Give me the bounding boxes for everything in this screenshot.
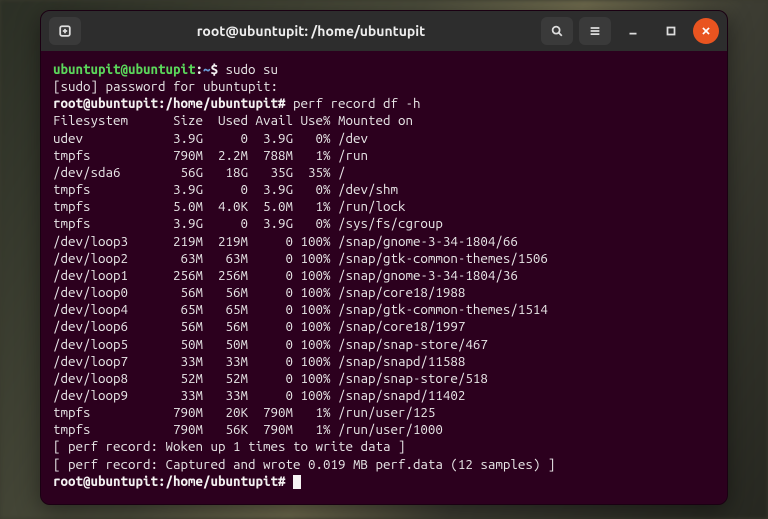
- terminal-body[interactable]: ubuntupit@ubuntupit:~$ sudo su [sudo] pa…: [41, 51, 727, 504]
- df-row: tmpfs 3.9G 0 3.9G 0% /sys/fs/cgroup: [53, 216, 443, 231]
- perf-output-line: [ perf record: Woken up 1 times to write…: [53, 439, 405, 454]
- search-button[interactable]: [541, 17, 573, 45]
- minimize-button[interactable]: [617, 17, 649, 45]
- prompt-hash: #: [278, 96, 293, 111]
- command-text: perf record df -h: [293, 96, 420, 111]
- titlebar: root@ubuntupit: /home/ubuntupit: [41, 11, 727, 51]
- df-row: tmpfs 790M 56K 790M 1% /run/user/1000: [53, 422, 443, 437]
- perf-output-line: [ perf record: Captured and wrote 0.019 …: [53, 457, 555, 472]
- maximize-icon: [664, 24, 678, 38]
- cursor: [293, 475, 301, 489]
- command-text: sudo su: [225, 62, 278, 77]
- prompt-dollar: $: [210, 62, 225, 77]
- df-row: /dev/loop9 33M 33M 0 100% /snap/snapd/11…: [53, 388, 465, 403]
- root-prompt-userhost: root@ubuntupit: [53, 96, 158, 111]
- close-button[interactable]: [693, 18, 719, 44]
- df-row: tmpfs 3.9G 0 3.9G 0% /dev/shm: [53, 182, 398, 197]
- df-row: /dev/loop3 219M 219M 0 100% /snap/gnome-…: [53, 234, 518, 249]
- df-row: /dev/loop4 65M 65M 0 100% /snap/gtk-comm…: [53, 302, 548, 317]
- df-row: /dev/loop0 56M 56M 0 100% /snap/core18/1…: [53, 285, 465, 300]
- hamburger-icon: [588, 24, 602, 38]
- minimize-icon: [626, 24, 640, 38]
- prompt-hash: #: [278, 474, 293, 489]
- df-row: tmpfs 790M 20K 790M 1% /run/user/125: [53, 405, 435, 420]
- root-prompt-path: /home/ubuntupit: [165, 96, 277, 111]
- df-row: tmpfs 5.0M 4.0K 5.0M 1% /run/lock: [53, 199, 405, 214]
- close-icon: [699, 24, 713, 38]
- prompt-colon: :: [195, 62, 203, 77]
- df-row: /dev/loop6 56M 56M 0 100% /snap/core18/1…: [53, 319, 465, 334]
- df-row: /dev/loop1 256M 256M 0 100% /snap/gnome-…: [53, 268, 518, 283]
- maximize-button[interactable]: [655, 17, 687, 45]
- df-row: /dev/loop5 50M 50M 0 100% /snap/snap-sto…: [53, 337, 488, 352]
- root-prompt-userhost: root@ubuntupit: [53, 474, 158, 489]
- df-header: Filesystem Size Used Avail Use% Mounted …: [53, 113, 413, 128]
- df-row: /dev/sda6 56G 18G 35G 35% /: [53, 165, 345, 180]
- new-tab-icon: [58, 24, 72, 38]
- df-row: /dev/loop2 63M 63M 0 100% /snap/gtk-comm…: [53, 251, 548, 266]
- df-row: tmpfs 790M 2.2M 788M 1% /run: [53, 148, 368, 163]
- df-row: /dev/loop8 52M 52M 0 100% /snap/snap-sto…: [53, 371, 488, 386]
- search-icon: [550, 24, 564, 38]
- df-row: udev 3.9G 0 3.9G 0% /dev: [53, 131, 368, 146]
- terminal-window: root@ubuntupit: /home/ubuntupit ubuntupi…: [40, 10, 728, 505]
- df-row: /dev/loop7 33M 33M 0 100% /snap/snapd/11…: [53, 354, 465, 369]
- sudo-password-line: [sudo] password for ubuntupit:: [53, 79, 278, 94]
- window-title: root@ubuntupit: /home/ubuntupit: [87, 23, 535, 39]
- new-tab-button[interactable]: [49, 17, 81, 45]
- menu-button[interactable]: [579, 17, 611, 45]
- root-prompt-path: /home/ubuntupit: [165, 474, 277, 489]
- prompt-userhost: ubuntupit@ubuntupit: [53, 62, 195, 77]
